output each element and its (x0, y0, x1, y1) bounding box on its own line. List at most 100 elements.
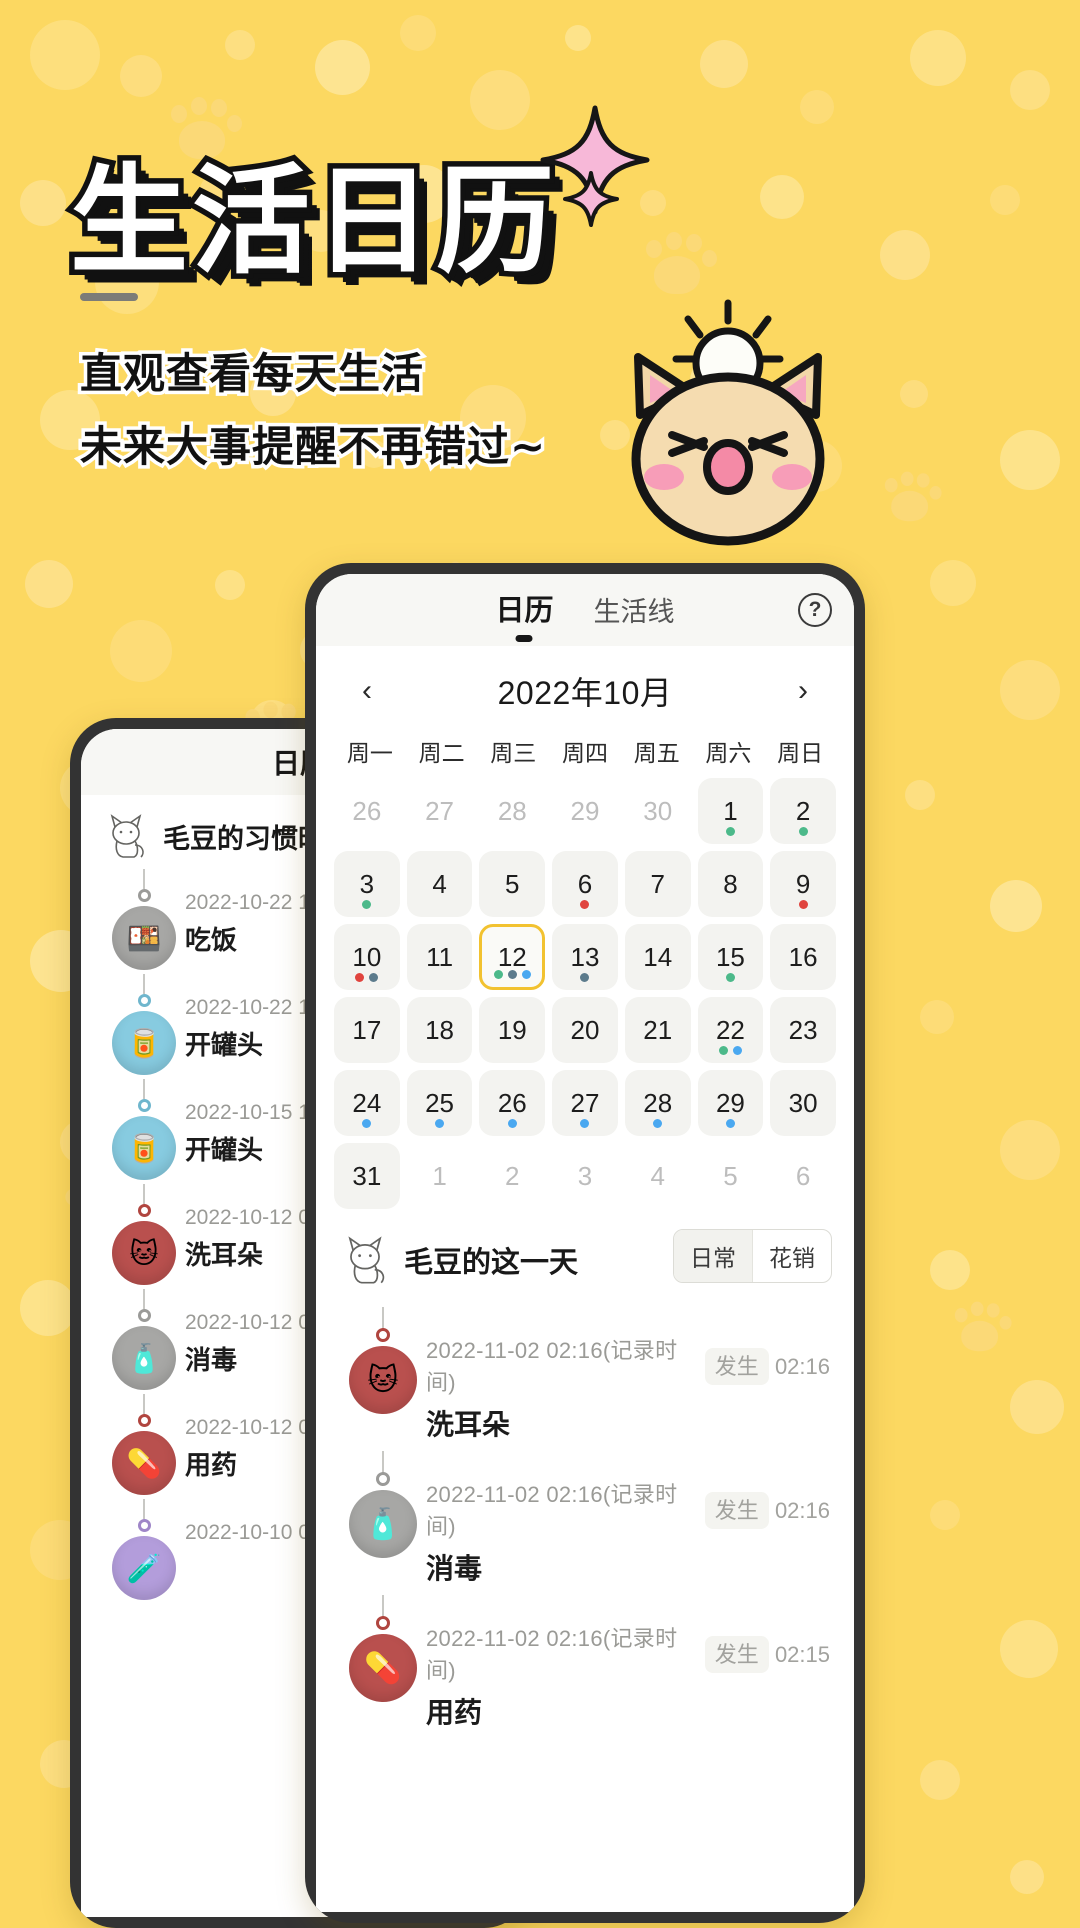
day-event-dots (580, 900, 590, 909)
day-number: 13 (570, 942, 600, 972)
prev-month-button[interactable]: ‹ (350, 676, 384, 706)
calendar-day-13[interactable]: 13 (552, 924, 618, 990)
disinfect-bottle-icon: 🧴 (112, 1326, 176, 1390)
calendar-day-27: 27 (407, 778, 473, 844)
next-month-button[interactable]: › (786, 676, 820, 706)
calendar-day-23[interactable]: 23 (770, 997, 836, 1063)
secondary-stem (143, 869, 145, 889)
event-dot-slate (369, 973, 379, 982)
calendar-day-22[interactable]: 22 (697, 997, 764, 1063)
event-dot-red (355, 973, 365, 982)
day-number: 3 (359, 869, 375, 899)
calendar-day-4: 4 (625, 1143, 691, 1209)
timeline-entry[interactable]: 💊 2022-11-02 02:16(记录时间) 用药 发生 02:15 (316, 1587, 854, 1731)
event-dot-blue (435, 1119, 445, 1128)
day-number: 5 (723, 1161, 738, 1191)
event-dot-blue (580, 1119, 590, 1128)
timeline-occurrence: 发生 02:15 (704, 1595, 830, 1673)
calendar-day-15[interactable]: 15 (697, 924, 764, 990)
calendar-day-6: 6 (770, 1143, 836, 1209)
calendar-day-27[interactable]: 27 (552, 1070, 618, 1136)
calendar-day-17[interactable]: 17 (334, 997, 400, 1063)
tab-calendar[interactable]: 日历 (495, 587, 553, 633)
segment-expense[interactable]: 花销 (752, 1230, 831, 1282)
primary-phone-mockup: 日历 生活线 ? ‹ 2022年10月 › 周一 周二 周三 周四 周五 周六 周日 26 2… (305, 563, 865, 1923)
cat-ear-clean-icon: 🐱 (112, 1221, 176, 1285)
calendar-day-26: 26 (334, 778, 400, 844)
calendar-day-21[interactable]: 21 (624, 997, 691, 1063)
secondary-badge-wrap: 💊 (103, 1394, 185, 1495)
calendar-day-18[interactable]: 18 (406, 997, 473, 1063)
event-dot-blue (507, 1119, 517, 1128)
event-dot-green (493, 970, 503, 979)
event-dot-blue (732, 1046, 742, 1055)
can-opener-icon: 🥫 (112, 1116, 176, 1180)
help-icon[interactable]: ? (798, 593, 832, 627)
secondary-badge-wrap: 🐱 (103, 1184, 185, 1285)
timeline-text: 2022-11-02 02:16(记录时间) 洗耳朵 (426, 1307, 705, 1443)
event-dot-blue (362, 1119, 372, 1128)
day-number: 22 (715, 1015, 745, 1045)
app-topbar: 日历 生活线 ? (316, 574, 854, 646)
calendar-day-11[interactable]: 11 (406, 924, 473, 990)
calendar-day-26[interactable]: 26 (479, 1070, 546, 1136)
secondary-ring (137, 1519, 151, 1532)
calendar-day-6[interactable]: 6 (552, 851, 618, 917)
secondary-ring (137, 1099, 151, 1112)
calendar-day-3[interactable]: 3 (334, 851, 400, 917)
segment-daily[interactable]: 日常 (674, 1230, 752, 1282)
calendar-day-19[interactable]: 19 (479, 997, 546, 1063)
weekday-label-1: 周一 (346, 740, 393, 766)
calendar-day-24[interactable]: 24 (334, 1070, 400, 1136)
calendar-day-28: 28 (479, 778, 545, 844)
calendar-day-30[interactable]: 30 (770, 1070, 836, 1136)
weekday-label-6: 周六 (705, 740, 752, 766)
timeline-badge-wrap: 💊 (340, 1595, 426, 1702)
calendar-day-16[interactable]: 16 (770, 924, 836, 990)
calendar-day-31[interactable]: 31 (334, 1143, 400, 1209)
secondary-ring (137, 1414, 151, 1427)
secondary-stem (143, 1289, 145, 1309)
day-number: 15 (715, 942, 745, 972)
event-dot-red (580, 900, 590, 909)
day-number: 9 (795, 869, 811, 899)
calendar-day-9[interactable]: 9 (770, 851, 836, 917)
calendar-day-7[interactable]: 7 (624, 851, 691, 917)
food-bowl-icon: 🍱 (112, 906, 176, 970)
day-detail-timeline: 🐱 2022-11-02 02:16(记录时间) 洗耳朵 发生 02:16 🧴 2022-… (316, 1293, 854, 1731)
calendar-day-1[interactable]: 1 (697, 778, 764, 844)
timeline-entry[interactable]: 🧴 2022-11-02 02:16(记录时间) 消毒 发生 02:16 (316, 1443, 854, 1587)
calendar-day-28[interactable]: 28 (624, 1070, 691, 1136)
timeline-entry[interactable]: 🐱 2022-11-02 02:16(记录时间) 洗耳朵 发生 02:16 (316, 1299, 854, 1443)
day-number: 6 (577, 869, 593, 899)
day-number: 30 (643, 796, 673, 826)
calendar-day-25[interactable]: 25 (406, 1070, 473, 1136)
calendar-day-8[interactable]: 8 (697, 851, 764, 917)
day-number: 10 (352, 942, 382, 972)
timeline-activity-name: 用药 (426, 1697, 483, 1728)
event-dot-slate (507, 970, 517, 979)
occurrence-label: 发生 (704, 1636, 769, 1673)
calendar-day-20[interactable]: 20 (552, 997, 618, 1063)
tab-lifeline[interactable]: 生活线 (594, 590, 675, 633)
day-event-dots (493, 970, 531, 979)
day-detail-header: 毛豆的这一天 日常 花销 (316, 1219, 854, 1293)
calendar-day-10[interactable]: 10 (334, 924, 400, 990)
calendar-day-29[interactable]: 29 (697, 1070, 764, 1136)
calendar-day-14[interactable]: 14 (624, 924, 691, 990)
secondary-ring (137, 1204, 151, 1217)
calendar-day-5[interactable]: 5 (479, 851, 546, 917)
calendar-day-3: 3 (552, 1143, 618, 1209)
timeline-occurrence: 发生 02:16 (704, 1451, 830, 1529)
day-number: 1 (723, 796, 738, 826)
timeline-activity-name: 消毒 (426, 1553, 483, 1584)
timeline-stem (382, 1451, 384, 1473)
calendar-day-2[interactable]: 2 (770, 778, 836, 844)
timeline-stem (382, 1307, 384, 1329)
calendar-day-4[interactable]: 4 (406, 851, 473, 917)
secondary-badge-wrap: 🧴 (103, 1289, 185, 1390)
secondary-badge-wrap: 🧪 (103, 1499, 185, 1600)
secondary-badge-wrap: 🥫 (103, 974, 185, 1075)
calendar-day-12[interactable]: 12 (479, 924, 546, 990)
day-number: 4 (650, 1161, 665, 1191)
